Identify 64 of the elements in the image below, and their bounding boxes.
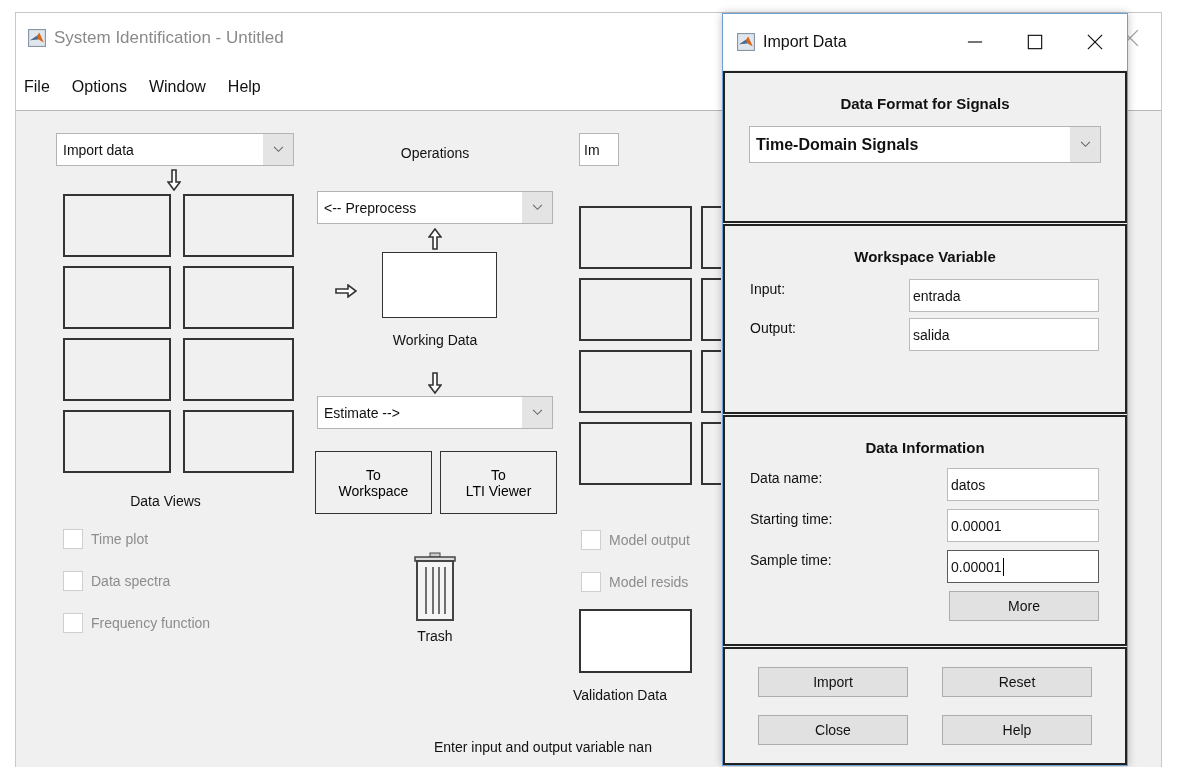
input-field[interactable]: entrada <box>909 279 1099 312</box>
input-field[interactable]: salida <box>909 318 1099 351</box>
validation-data-slot[interactable] <box>579 609 692 673</box>
chevron-icon <box>1079 141 1091 148</box>
field-label: Sample time: <box>750 552 832 568</box>
data-views-label: Data Views <box>130 493 201 509</box>
operations-label: Operations <box>400 145 470 161</box>
data-slot[interactable] <box>63 338 171 401</box>
menu-item[interactable]: Help <box>227 77 261 96</box>
working-data-label: Working Data <box>392 332 478 348</box>
field-label: Starting time: <box>750 511 833 527</box>
status-text: Enter input and output variable nan <box>434 739 652 755</box>
model-slot[interactable] <box>579 278 692 341</box>
data-slot[interactable] <box>183 338 294 401</box>
input-field[interactable]: 0.00001 <box>947 509 1099 542</box>
chevron-icon <box>272 146 284 153</box>
menu-item[interactable]: Window <box>148 77 206 96</box>
maximize-icon[interactable] <box>1027 34 1043 50</box>
chevron-icon <box>531 409 543 416</box>
dialog-button[interactable]: Help <box>942 715 1092 745</box>
data-slot[interactable] <box>183 410 294 473</box>
menu-item[interactable]: Options <box>71 77 127 96</box>
data-slot[interactable] <box>63 410 171 473</box>
dialog-button[interactable]: Reset <box>942 667 1092 697</box>
data-slot[interactable] <box>63 266 171 329</box>
working-data-slot[interactable] <box>381 252 497 318</box>
panel-title: Data Information <box>865 439 985 456</box>
field-label: Input: <box>750 281 786 297</box>
dialog-button[interactable]: Import <box>758 667 908 697</box>
input-field[interactable]: 0.00001 <box>947 550 1099 583</box>
down-arrow-icon <box>428 372 442 394</box>
panel-title: Data Format for Signals <box>840 95 1010 112</box>
data-slot[interactable] <box>63 194 171 257</box>
export-button[interactable]: To LTI Viewer <box>440 451 557 514</box>
panel-title: Workspace Variable <box>854 248 996 265</box>
validation-data-label: Validation Data <box>573 687 668 703</box>
app-logo-icon <box>28 29 46 47</box>
data-dropdown[interactable]: Import data <box>56 133 294 166</box>
down-arrow-icon <box>167 169 181 191</box>
field-label: Data name: <box>750 470 823 486</box>
export-button[interactable]: To Workspace <box>315 451 432 514</box>
input-field[interactable]: datos <box>947 468 1099 501</box>
chevron-icon <box>531 204 543 211</box>
format-dropdown[interactable]: Time-Domain Signals <box>749 126 1101 163</box>
preprocess-dropdown[interactable]: <-- Preprocess <box>317 191 553 224</box>
app-logo-icon <box>737 33 755 51</box>
estimate-dropdown[interactable]: Estimate --> <box>317 396 553 429</box>
close-icon[interactable] <box>1087 34 1103 50</box>
data-slot[interactable] <box>183 266 294 329</box>
model-slot[interactable] <box>579 350 692 413</box>
trash-icon[interactable] <box>413 552 457 622</box>
model-dropdown[interactable]: Im <box>579 133 619 166</box>
menu-item[interactable]: File <box>24 77 50 96</box>
right-arrow-icon <box>334 284 357 298</box>
model-slot[interactable] <box>579 422 692 485</box>
up-arrow-icon <box>428 228 442 250</box>
field-label: Output: <box>750 320 796 336</box>
trash-label: Trash <box>417 628 453 644</box>
dialog-title: Import Data <box>763 33 848 51</box>
data-slot[interactable] <box>183 194 294 257</box>
dialog-button[interactable]: Close <box>758 715 908 745</box>
more-button[interactable]: More <box>949 591 1099 621</box>
window-title: System Identification - Untitled <box>54 28 284 48</box>
model-slot[interactable] <box>579 206 692 269</box>
